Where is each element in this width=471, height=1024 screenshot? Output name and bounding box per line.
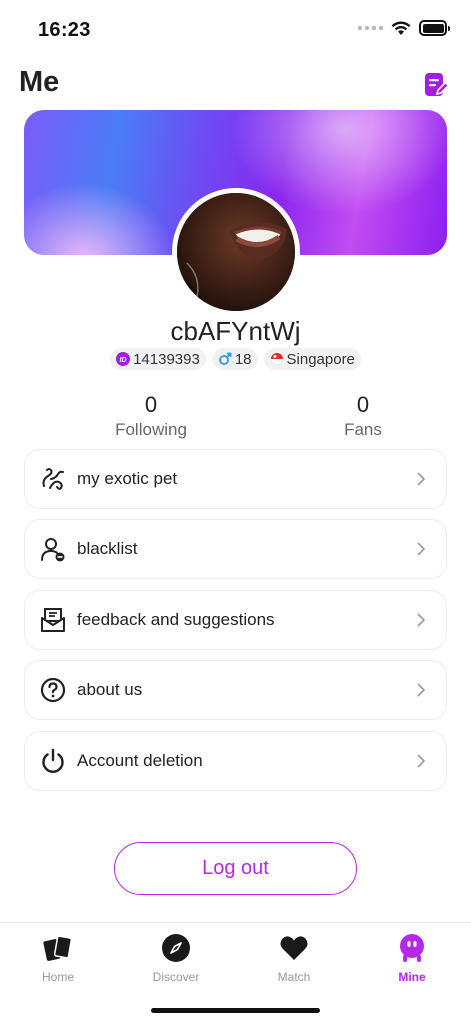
chevron-right-icon bbox=[417, 472, 426, 486]
fans-stat[interactable]: 0 Fans bbox=[303, 392, 423, 440]
menu-label-feedback: feedback and suggestions bbox=[77, 610, 275, 629]
following-count: 0 bbox=[144, 392, 158, 417]
logout-button[interactable]: Log out bbox=[114, 842, 357, 895]
cards-icon bbox=[43, 935, 73, 961]
status-indicators bbox=[358, 20, 450, 36]
page-title: Me bbox=[19, 66, 60, 98]
battery-icon bbox=[419, 20, 450, 36]
menu-item-about-us[interactable]: about us bbox=[24, 660, 447, 720]
chevron-right-icon bbox=[417, 613, 426, 627]
menu-item-account-deletion[interactable]: Account deletion bbox=[24, 731, 447, 791]
country-badge: Singapore bbox=[263, 348, 361, 370]
user-id: 14139393 bbox=[133, 350, 200, 368]
power-icon bbox=[42, 748, 64, 773]
pet-icon bbox=[42, 468, 64, 490]
tab-home[interactable]: Home bbox=[13, 933, 103, 984]
fans-count: 0 bbox=[356, 392, 370, 417]
tab-label-discover: Discover bbox=[152, 970, 200, 984]
following-stat[interactable]: 0 Following bbox=[91, 392, 211, 440]
tab-label-mine: Mine bbox=[398, 970, 426, 984]
menu-label-about-us: about us bbox=[77, 680, 143, 699]
chevron-right-icon bbox=[417, 754, 426, 768]
user-block-icon bbox=[41, 538, 65, 562]
menu-item-feedback[interactable]: feedback and suggestions bbox=[24, 590, 447, 650]
tab-label-match: Match bbox=[277, 970, 311, 984]
fans-label: Fans bbox=[344, 420, 382, 439]
home-indicator bbox=[151, 1008, 320, 1013]
singapore-flag-icon bbox=[270, 352, 283, 366]
menu-label-blacklist: blacklist bbox=[77, 539, 138, 558]
gender-age-badge: 18 bbox=[211, 348, 258, 370]
tab-discover[interactable]: Discover bbox=[131, 933, 221, 984]
male-icon bbox=[218, 352, 232, 365]
chevron-right-icon bbox=[417, 542, 426, 556]
edit-note-icon[interactable] bbox=[423, 72, 449, 98]
compass-icon bbox=[162, 934, 190, 962]
menu-item-blacklist[interactable]: blacklist bbox=[24, 519, 447, 579]
avatar[interactable] bbox=[172, 188, 300, 316]
tab-label-home: Home bbox=[41, 970, 74, 984]
svg-text:ID: ID bbox=[120, 357, 127, 364]
chevron-right-icon bbox=[417, 683, 426, 697]
user-country: Singapore bbox=[286, 350, 355, 368]
status-bar: 16:23 bbox=[0, 0, 471, 56]
tab-mine[interactable]: Mine bbox=[367, 933, 457, 984]
signal-icon bbox=[358, 26, 383, 30]
menu-item-exotic-pet[interactable]: my exotic pet bbox=[24, 449, 447, 509]
id-icon: ID bbox=[116, 352, 131, 366]
heart-icon bbox=[280, 936, 308, 960]
menu-label-exotic-pet: my exotic pet bbox=[77, 469, 178, 488]
user-age: 18 bbox=[234, 350, 252, 368]
menu-label-account-deletion: Account deletion bbox=[77, 751, 203, 770]
profile-badges: ID 14139393 18 Singapore bbox=[0, 348, 471, 370]
following-label: Following bbox=[115, 420, 187, 439]
question-icon bbox=[40, 677, 66, 703]
mail-feedback-icon bbox=[41, 608, 65, 632]
avatar-image bbox=[177, 193, 295, 311]
status-time: 16:23 bbox=[38, 19, 91, 41]
mine-face-icon bbox=[400, 934, 424, 962]
tab-match[interactable]: Match bbox=[249, 933, 339, 984]
wifi-icon bbox=[391, 21, 411, 35]
username: cbAFYntWj bbox=[170, 316, 301, 346]
id-badge: ID 14139393 bbox=[110, 348, 206, 370]
